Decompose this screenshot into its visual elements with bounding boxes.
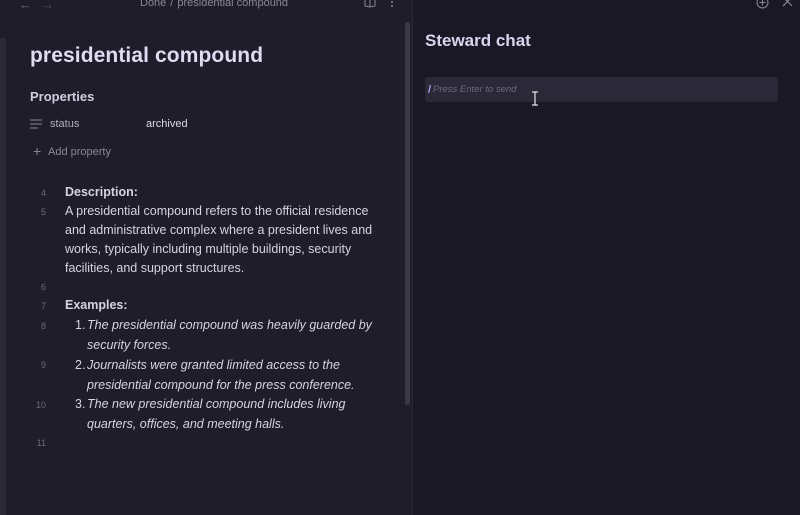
arrow-right-icon[interactable]: → — [41, 0, 54, 12]
plus-circle-icon[interactable] — [756, 0, 769, 9]
breadcrumb-separator: / — [170, 0, 174, 9]
plus-icon: + — [33, 143, 42, 159]
line-number: 8 — [40, 321, 46, 331]
chat-title: Steward chat — [425, 31, 531, 50]
chat-message-input[interactable] — [433, 77, 773, 102]
page-title[interactable]: presidential compound — [30, 44, 263, 68]
breadcrumb-parent[interactable]: Done — [140, 0, 166, 9]
list-item[interactable]: 2. Journalists were granted limited acce… — [75, 356, 375, 395]
property-value[interactable]: archived — [146, 118, 188, 130]
sidebar-edge — [0, 38, 6, 515]
list-item[interactable]: 3. The new presidential compound include… — [75, 395, 375, 434]
list-item[interactable]: 1. The presidential compound was heavily… — [75, 316, 375, 355]
example-text[interactable]: The presidential compound was heavily gu… — [75, 316, 375, 355]
book-open-icon[interactable] — [364, 0, 376, 8]
description-text[interactable]: A presidential compound refers to the of… — [65, 202, 385, 278]
breadcrumb-current[interactable]: presidential compound — [177, 0, 288, 9]
editor-header: ← → Done / presidential compound — [0, 0, 413, 12]
chat-pane: Steward chat / — [414, 0, 800, 515]
editor-scrollbar[interactable] — [405, 22, 410, 405]
list-number: 1. — [75, 318, 86, 332]
close-icon[interactable] — [782, 0, 793, 7]
line-number: 11 — [36, 438, 46, 448]
editor-pane: ← → Done / presidential compound president… — [0, 0, 413, 515]
more-vertical-icon[interactable] — [390, 0, 394, 8]
line-number: 4 — [40, 188, 46, 198]
breadcrumb: Done / presidential compound — [140, 0, 288, 9]
property-key[interactable]: status — [50, 118, 79, 130]
line-number: 7 — [40, 301, 46, 311]
example-text[interactable]: Journalists were granted limited access … — [75, 356, 375, 395]
slash-command-marker: / — [428, 84, 432, 96]
text-lines-icon — [30, 119, 42, 129]
line-number: 6 — [40, 282, 46, 292]
line-number: 10 — [35, 400, 46, 410]
arrow-left-icon[interactable]: ← — [19, 0, 32, 12]
properties-heading[interactable]: Properties — [30, 89, 94, 104]
example-text[interactable]: The new presidential compound includes l… — [75, 395, 375, 434]
add-property-label: Add property — [48, 146, 111, 158]
chat-input-container[interactable]: / — [425, 77, 778, 102]
description-heading[interactable]: Description: — [65, 183, 385, 202]
line-number: 9 — [40, 360, 46, 370]
list-number: 3. — [75, 397, 86, 411]
i-beam-cursor-icon — [532, 91, 538, 106]
line-number: 5 — [40, 207, 46, 217]
property-row-status[interactable]: status archived — [30, 117, 390, 133]
examples-heading[interactable]: Examples: — [65, 296, 385, 315]
list-number: 2. — [75, 358, 86, 372]
